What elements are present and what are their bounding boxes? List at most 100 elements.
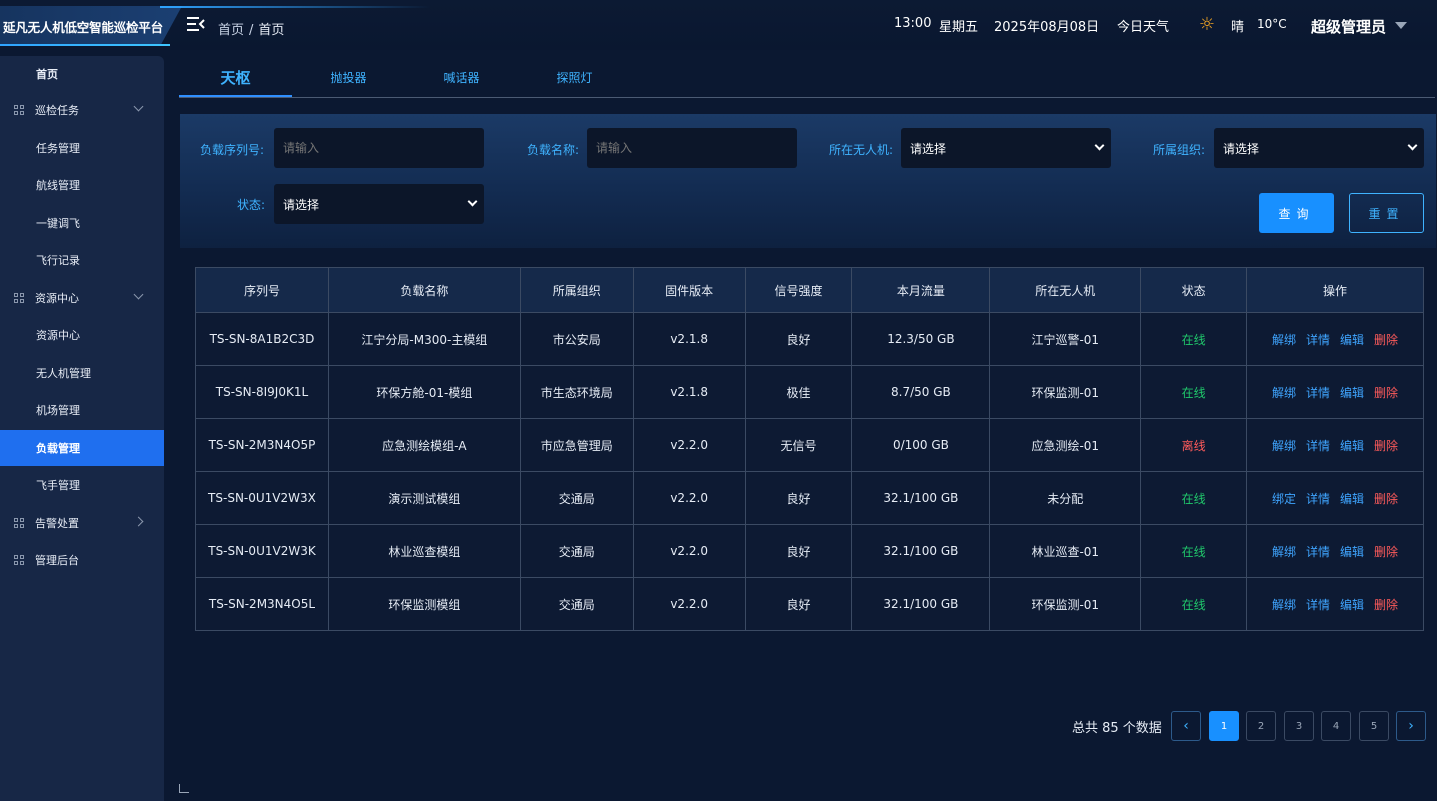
- chevron-down-icon: [1094, 140, 1105, 151]
- cell-org: 交通局: [519, 524, 634, 578]
- bind-link[interactable]: 绑定: [1272, 492, 1296, 506]
- sidebar-item-flight-records[interactable]: 飞行记录: [0, 242, 164, 278]
- sidebar-item-airport-management[interactable]: 机场管理: [0, 392, 164, 428]
- edit-link[interactable]: 编辑: [1340, 598, 1364, 612]
- cell-firmware: v2.2.0: [632, 524, 746, 578]
- delete-link[interactable]: 删除: [1374, 492, 1398, 506]
- weather-condition: 晴: [1231, 20, 1245, 35]
- sidebar-group-resources[interactable]: 资源中心: [0, 280, 164, 316]
- detail-link[interactable]: 详情: [1306, 439, 1330, 453]
- cell-org: 交通局: [519, 471, 634, 525]
- sidebar-item-drone-management[interactable]: 无人机管理: [0, 355, 164, 391]
- col-serial: 序列号: [195, 267, 329, 313]
- drone-select-value: 请选择: [910, 141, 947, 156]
- tab-thrower[interactable]: 抛投器: [292, 56, 405, 98]
- sidebar-item-label: 首页: [36, 68, 58, 81]
- sidebar-item-quick-dispatch[interactable]: 一键调飞: [0, 205, 164, 241]
- serial-input[interactable]: [274, 128, 484, 168]
- sidebar-item-label: 一键调飞: [36, 217, 80, 230]
- menu-collapse-icon[interactable]: [186, 15, 206, 33]
- sidebar-item-home[interactable]: 首页: [0, 56, 164, 92]
- cell-name: 环保方舱-01-模组: [327, 365, 521, 419]
- cell-actions: 解绑 详情 编辑 删除: [1246, 312, 1424, 366]
- name-label: 负载名称:: [527, 143, 580, 157]
- user-menu[interactable]: 超级管理员: [1311, 16, 1386, 37]
- unbind-link[interactable]: 解绑: [1272, 333, 1296, 347]
- detail-link[interactable]: 详情: [1306, 386, 1330, 400]
- cell-name: 应急测绘模组-A: [327, 418, 521, 472]
- sidebar-item-payload-management[interactable]: 负载管理: [0, 430, 164, 466]
- edit-link[interactable]: 编辑: [1340, 492, 1364, 506]
- cell-signal: 无信号: [744, 418, 853, 472]
- reset-button[interactable]: 重置: [1349, 193, 1424, 233]
- weekday: 星期五: [939, 20, 979, 35]
- drone-select[interactable]: 请选择: [901, 128, 1111, 168]
- table-row: TS-SN-8A1B2C3D 江宁分局-M300-主模组 市公安局 v2.1.8…: [195, 312, 1424, 366]
- page-button-4[interactable]: 4: [1321, 711, 1351, 741]
- unbind-link[interactable]: 解绑: [1272, 439, 1296, 453]
- sidebar-item-pilot-management[interactable]: 飞手管理: [0, 467, 164, 503]
- active-tab-underline: [179, 95, 292, 97]
- cell-drone: 应急测绘-01: [989, 418, 1142, 472]
- next-page-button[interactable]: ›: [1396, 711, 1426, 741]
- query-button[interactable]: 查询: [1259, 193, 1334, 233]
- sidebar-group-admin[interactable]: 管理后台: [0, 542, 164, 578]
- cell-firmware: v2.2.0: [632, 471, 746, 525]
- sidebar-item-label: 任务管理: [36, 142, 80, 155]
- cell-org: 市生态环境局: [519, 365, 634, 419]
- table-row: TS-SN-2M3N4O5L 环保监测模组 交通局 v2.2.0 良好 32.1…: [195, 577, 1424, 631]
- status-select-value: 请选择: [283, 197, 320, 212]
- org-select[interactable]: 请选择: [1214, 128, 1424, 168]
- detail-link[interactable]: 详情: [1306, 545, 1330, 559]
- cell-actions: 解绑 详情 编辑 删除: [1246, 577, 1424, 631]
- edit-link[interactable]: 编辑: [1340, 386, 1364, 400]
- org-select-value: 请选择: [1223, 141, 1260, 156]
- detail-link[interactable]: 详情: [1306, 333, 1330, 347]
- page-button-5[interactable]: 5: [1359, 711, 1389, 741]
- page-button-2[interactable]: 2: [1246, 711, 1276, 741]
- tab-speaker[interactable]: 喊话器: [405, 56, 518, 98]
- sidebar-item-label: 飞行记录: [36, 254, 80, 267]
- cell-serial: TS-SN-0U1V2W3X: [195, 471, 329, 525]
- prev-page-button[interactable]: ‹: [1171, 711, 1201, 741]
- tab-searchlight[interactable]: 探照灯: [518, 56, 631, 98]
- delete-link[interactable]: 删除: [1374, 386, 1398, 400]
- sidebar-group-inspection[interactable]: 巡检任务: [0, 92, 164, 128]
- chevron-down-icon: [133, 101, 144, 112]
- grid-icon: [14, 555, 24, 565]
- detail-link[interactable]: 详情: [1306, 492, 1330, 506]
- unbind-link[interactable]: 解绑: [1272, 598, 1296, 612]
- col-drone: 所在无人机: [989, 267, 1142, 313]
- tab-tianshu[interactable]: 天枢: [179, 56, 292, 98]
- sun-icon: ☼: [1198, 14, 1216, 35]
- cell-serial: TS-SN-0U1V2W3K: [195, 524, 329, 578]
- temperature: 10°C: [1257, 17, 1287, 31]
- sidebar-item-resource-center[interactable]: 资源中心: [0, 317, 164, 353]
- sidebar-item-route-management[interactable]: 航线管理: [0, 167, 164, 203]
- page-button-1[interactable]: 1: [1209, 711, 1239, 741]
- delete-link[interactable]: 删除: [1374, 545, 1398, 559]
- edit-link[interactable]: 编辑: [1340, 545, 1364, 559]
- status-select[interactable]: 请选择: [274, 184, 484, 224]
- sidebar-item-label: 资源中心: [36, 329, 80, 342]
- app-title: 延凡无人机低空智能巡检平台: [0, 6, 182, 46]
- edit-link[interactable]: 编辑: [1340, 439, 1364, 453]
- delete-link[interactable]: 删除: [1374, 598, 1398, 612]
- caret-down-icon[interactable]: [1395, 22, 1407, 29]
- breadcrumb: 首页 / 首页: [218, 19, 284, 38]
- breadcrumb-home[interactable]: 首页: [218, 23, 244, 38]
- delete-link[interactable]: 删除: [1374, 439, 1398, 453]
- delete-link[interactable]: 删除: [1374, 333, 1398, 347]
- sidebar-group-alarms[interactable]: 告警处置: [0, 505, 164, 541]
- edit-link[interactable]: 编辑: [1340, 333, 1364, 347]
- sidebar-item-task-management[interactable]: 任务管理: [0, 130, 164, 166]
- breadcrumb-current: 首页: [258, 23, 285, 38]
- detail-link[interactable]: 详情: [1306, 598, 1330, 612]
- page-button-3[interactable]: 3: [1284, 711, 1314, 741]
- unbind-link[interactable]: 解绑: [1272, 545, 1296, 559]
- col-actions: 操作: [1246, 267, 1424, 313]
- cell-name: 林业巡查模组: [327, 524, 521, 578]
- name-input[interactable]: [587, 128, 797, 168]
- chevron-right-icon: ›: [1408, 718, 1414, 734]
- unbind-link[interactable]: 解绑: [1272, 386, 1296, 400]
